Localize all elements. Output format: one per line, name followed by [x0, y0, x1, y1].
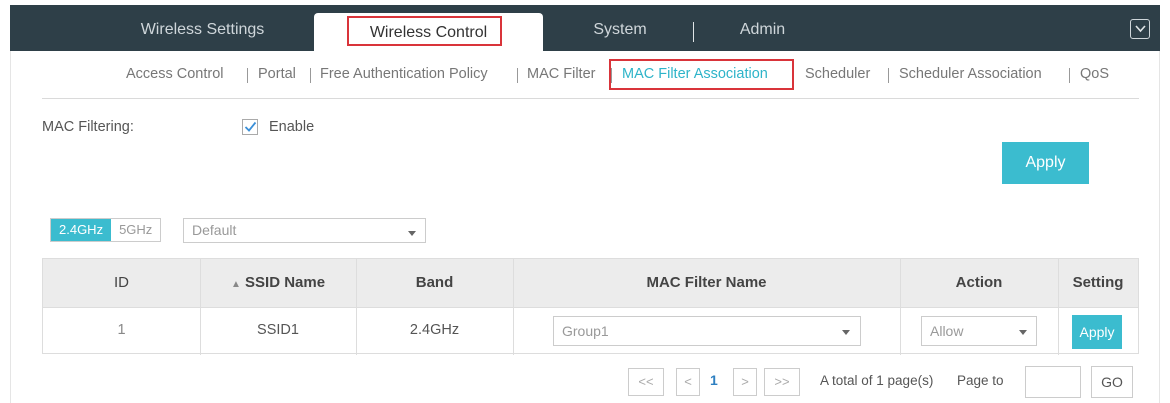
- menu-dropdown-button[interactable]: [1130, 19, 1150, 39]
- site-select[interactable]: Default: [183, 218, 426, 243]
- sort-icon[interactable]: ▲︎: [231, 279, 241, 290]
- page-to-label: Page to: [957, 373, 1004, 388]
- subnav-separator: [888, 68, 889, 83]
- tab-admin[interactable]: Admin: [710, 5, 815, 51]
- top-nav: Wireless Settings Wireless Control Syste…: [10, 5, 1160, 51]
- column-header-id: ID: [114, 274, 129, 291]
- mac-filter-select[interactable]: Group1: [553, 316, 861, 346]
- next-page-button[interactable]: >: [733, 368, 757, 396]
- subnav-portal[interactable]: Portal: [258, 66, 296, 82]
- cell-id: 1: [117, 322, 126, 338]
- band-option-5ghz[interactable]: 5GHz: [111, 219, 161, 241]
- band-toggle: 2.4GHz 5GHz: [50, 218, 162, 242]
- page-total-text: A total of 1 page(s): [820, 373, 934, 388]
- subnav-scheduler-association[interactable]: Scheduler Association: [899, 66, 1042, 82]
- content-left-border: [10, 51, 11, 403]
- column-header-ssid-label: SSID Name: [245, 274, 326, 291]
- action-select-value: Allow: [930, 323, 964, 339]
- checkmark-icon: [244, 121, 257, 132]
- subnav-scheduler[interactable]: Scheduler: [805, 66, 870, 82]
- tab-separator: [693, 22, 694, 42]
- column-header-mac-filter: MAC Filter Name: [646, 274, 767, 291]
- enable-checkbox[interactable]: [242, 119, 258, 135]
- subnav-separator: [1069, 68, 1070, 83]
- highlight-box-mac-filter-association: [609, 59, 794, 90]
- chevron-down-icon: [1135, 25, 1146, 33]
- page-number-input[interactable]: [1025, 366, 1081, 398]
- band-option-2-4ghz[interactable]: 2.4GHz: [51, 219, 112, 241]
- caret-down-icon: [1019, 330, 1027, 335]
- highlight-box-wireless-control: [347, 16, 502, 46]
- mac-filtering-label: MAC Filtering:: [42, 119, 134, 135]
- column-header-band: Band: [415, 274, 454, 291]
- first-page-button[interactable]: <<: [628, 368, 664, 396]
- column-header-action: Action: [955, 274, 1003, 291]
- site-select-value: Default: [192, 222, 237, 238]
- cell-band: 2.4GHz: [409, 322, 460, 338]
- column-header-ssid[interactable]: ▲︎ SSID Name: [200, 259, 356, 307]
- sub-nav: Access Control Portal Free Authenticatio…: [0, 62, 1170, 88]
- subnav-separator: [310, 68, 311, 83]
- action-select[interactable]: Allow: [921, 316, 1037, 346]
- caret-down-icon: [408, 231, 416, 236]
- subnav-access-control[interactable]: Access Control: [126, 66, 224, 82]
- subnav-separator: [517, 68, 518, 83]
- tab-wireless-settings[interactable]: Wireless Settings: [100, 5, 305, 51]
- apply-button[interactable]: Apply: [1002, 142, 1089, 184]
- caret-down-icon: [842, 330, 850, 335]
- divider: [42, 98, 1139, 99]
- tab-system[interactable]: System: [555, 5, 685, 51]
- subnav-separator: [247, 68, 248, 83]
- row-apply-button[interactable]: Apply: [1072, 315, 1122, 349]
- enable-label: Enable: [269, 119, 315, 135]
- go-button[interactable]: GO: [1091, 366, 1133, 398]
- last-page-button[interactable]: >>: [764, 368, 800, 396]
- current-page[interactable]: 1: [710, 372, 718, 388]
- subnav-mac-filter[interactable]: MAC Filter: [527, 66, 595, 82]
- cell-ssid: SSID1: [257, 322, 299, 338]
- subnav-free-auth-policy[interactable]: Free Authentication Policy: [320, 66, 488, 82]
- mac-filter-select-value: Group1: [562, 323, 609, 339]
- column-header-setting: Setting: [1072, 274, 1124, 291]
- content-right-border: [1159, 51, 1160, 403]
- ssid-table: ID ▲︎ SSID Name Band MAC Filter Name Act…: [42, 258, 1139, 355]
- prev-page-button[interactable]: <: [676, 368, 700, 396]
- subnav-qos[interactable]: QoS: [1080, 66, 1109, 82]
